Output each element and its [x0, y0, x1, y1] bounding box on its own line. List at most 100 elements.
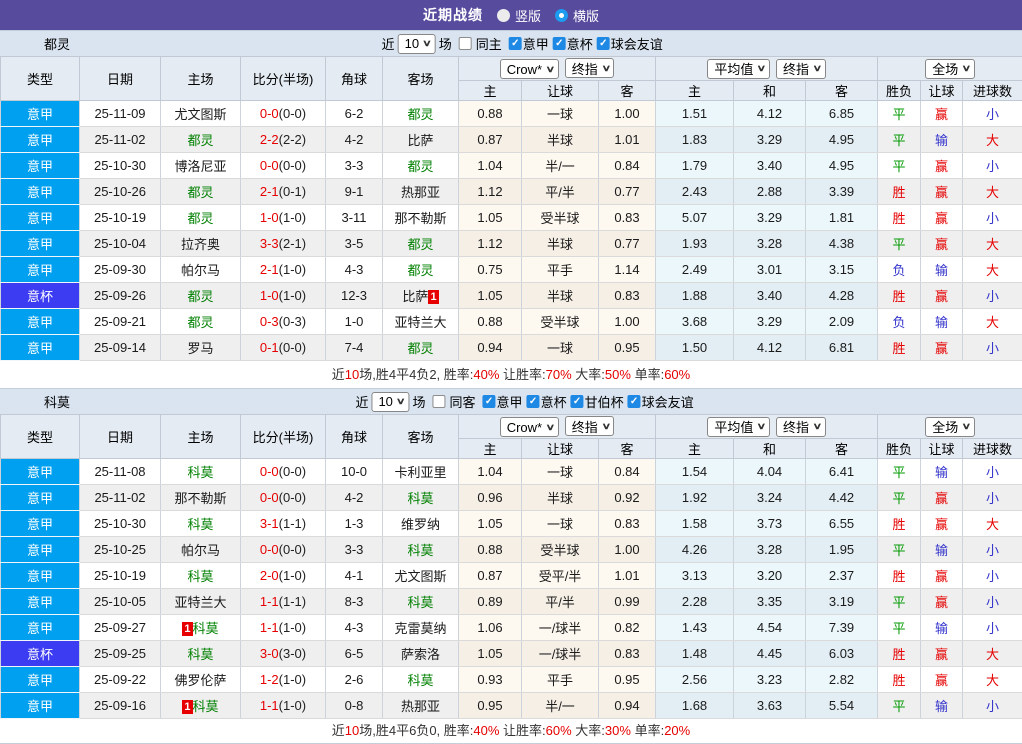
away-team: 比萨: [383, 127, 459, 153]
match-row: 意甲25-09-30帕尔马2-1(1-0)4-3都灵0.75平手1.142.49…: [1, 257, 1022, 283]
average-select[interactable]: 平均值∨: [707, 417, 770, 437]
half-time-score: (0-1): [279, 184, 306, 199]
full-time-score: 2-2: [260, 132, 279, 147]
average-odds: 4.95: [806, 127, 878, 153]
league-checkbox[interactable]: ✓: [571, 395, 584, 408]
odds-company-select[interactable]: Crow*∨: [500, 59, 559, 79]
average-odds: 3.28: [734, 537, 806, 563]
chevron-down-icon: ∨: [757, 63, 767, 74]
league-checkbox[interactable]: ✓: [628, 395, 641, 408]
team-label: 那不勒斯: [394, 211, 446, 226]
average-time-select[interactable]: 终指∨: [776, 417, 826, 437]
same-venue-label: 同客: [450, 392, 476, 411]
match-date: 25-10-26: [80, 179, 161, 205]
half-time-score: (2-1): [279, 236, 306, 251]
home-team: 科莫: [161, 641, 241, 667]
match-date: 25-11-02: [80, 127, 161, 153]
red-card-badge: 1: [182, 700, 192, 714]
handicap-odds: 一球: [522, 101, 599, 127]
league-checkbox[interactable]: ✓: [509, 37, 522, 50]
team-label: 比萨: [402, 289, 428, 304]
odds-company-select[interactable]: Crow*∨: [500, 417, 559, 437]
result-flag: 赢: [921, 563, 963, 589]
corners: 8-3: [326, 589, 383, 615]
column-subheader: 主: [656, 81, 734, 101]
result-flag: 平: [878, 537, 921, 563]
match-row: 意甲25-11-08科莫0-0(0-0)10-0卡利亚里1.04一球0.841.…: [1, 459, 1022, 485]
full-time-score: 1-1: [260, 594, 279, 609]
period-select[interactable]: 全场∨: [925, 417, 975, 437]
average-odds: 6.55: [806, 511, 878, 537]
team-label: 博洛尼亚: [174, 159, 226, 174]
average-select[interactable]: 平均值∨: [707, 59, 770, 79]
corners: 3-3: [326, 537, 383, 563]
league-checkbox[interactable]: ✓: [483, 395, 496, 408]
average-odds: 3.20: [734, 563, 806, 589]
column-subheader: 让球: [522, 439, 599, 459]
chevron-down-icon: ∨: [601, 421, 611, 432]
handicap-odds: 0.83: [599, 205, 656, 231]
same-venue-checkbox[interactable]: [433, 395, 446, 408]
result-flag: 赢: [921, 179, 963, 205]
away-team: 亚特兰大: [383, 309, 459, 335]
away-team: 那不勒斯: [383, 205, 459, 231]
match-count-select[interactable]: 10 ∨: [371, 392, 409, 412]
average-odds: 1.54: [656, 459, 734, 485]
average-odds: 6.03: [806, 641, 878, 667]
away-team: 卡利亚里: [383, 459, 459, 485]
average-odds: 4.28: [806, 283, 878, 309]
handicap-odds: 1.01: [599, 127, 656, 153]
column-subheader: 胜负: [878, 439, 921, 459]
average-odds: 3.73: [734, 511, 806, 537]
view-option-vertical[interactable]: 竖版: [497, 6, 541, 25]
average-odds: 5.07: [656, 205, 734, 231]
full-time-score: 2-1: [260, 262, 279, 277]
score: 0-0(0-0): [241, 537, 326, 563]
column-subheader: 让球: [522, 81, 599, 101]
view-option-horizontal[interactable]: 横版: [555, 6, 599, 25]
handicap-odds: 1.05: [459, 205, 522, 231]
corners: 6-2: [326, 101, 383, 127]
score: 0-0(0-0): [241, 459, 326, 485]
team-label: 科莫: [187, 465, 213, 480]
column-subheader: 胜负: [878, 81, 921, 101]
match-count-select[interactable]: 10 ∨: [398, 34, 436, 54]
odds-time-select[interactable]: 终指∨: [565, 58, 615, 78]
result-flag: 赢: [921, 667, 963, 693]
half-time-score: (0-0): [279, 542, 306, 557]
average-odds: 2.49: [656, 257, 734, 283]
match-date: 25-09-22: [80, 667, 161, 693]
handicap-odds: 0.82: [599, 615, 656, 641]
handicap-odds: 0.87: [459, 127, 522, 153]
score: 2-0(1-0): [241, 563, 326, 589]
match-date: 25-11-08: [80, 459, 161, 485]
handicap-odds: 一/球半: [522, 641, 599, 667]
average-odds: 3.29: [734, 127, 806, 153]
result-flag: 赢: [921, 335, 963, 361]
summary-segment: 50%: [605, 367, 631, 382]
handicap-odds: 半球: [522, 283, 599, 309]
full-time-score: 1-1: [260, 698, 279, 713]
handicap-odds: 半/一: [522, 693, 599, 719]
match-date: 25-11-09: [80, 101, 161, 127]
league-checkbox[interactable]: ✓: [527, 395, 540, 408]
chevron-down-icon: ∨: [962, 63, 972, 74]
league-checkbox[interactable]: ✓: [597, 37, 610, 50]
result-flag: 赢: [921, 101, 963, 127]
average-time-select[interactable]: 终指∨: [776, 59, 826, 79]
filter-controls: 近 10 ∨ 场 同客 ✓意甲✓意杯✓甘伯杯✓球会友谊: [355, 392, 693, 412]
handicap-odds: 0.92: [599, 485, 656, 511]
summary-segment: 让胜率:: [499, 723, 545, 738]
period-select[interactable]: 全场∨: [925, 59, 975, 79]
result-flag: 负: [878, 257, 921, 283]
corners: 3-11: [326, 205, 383, 231]
home-team: 那不勒斯: [161, 485, 241, 511]
handicap-odds: 0.93: [459, 667, 522, 693]
select-value: 终指: [783, 59, 809, 78]
result-flag: 小: [963, 335, 1022, 361]
handicap-odds: 0.95: [459, 693, 522, 719]
odds-time-select[interactable]: 终指∨: [565, 416, 615, 436]
team-label: 那不勒斯: [174, 491, 226, 506]
league-checkbox[interactable]: ✓: [553, 37, 566, 50]
same-venue-checkbox[interactable]: [459, 37, 472, 50]
